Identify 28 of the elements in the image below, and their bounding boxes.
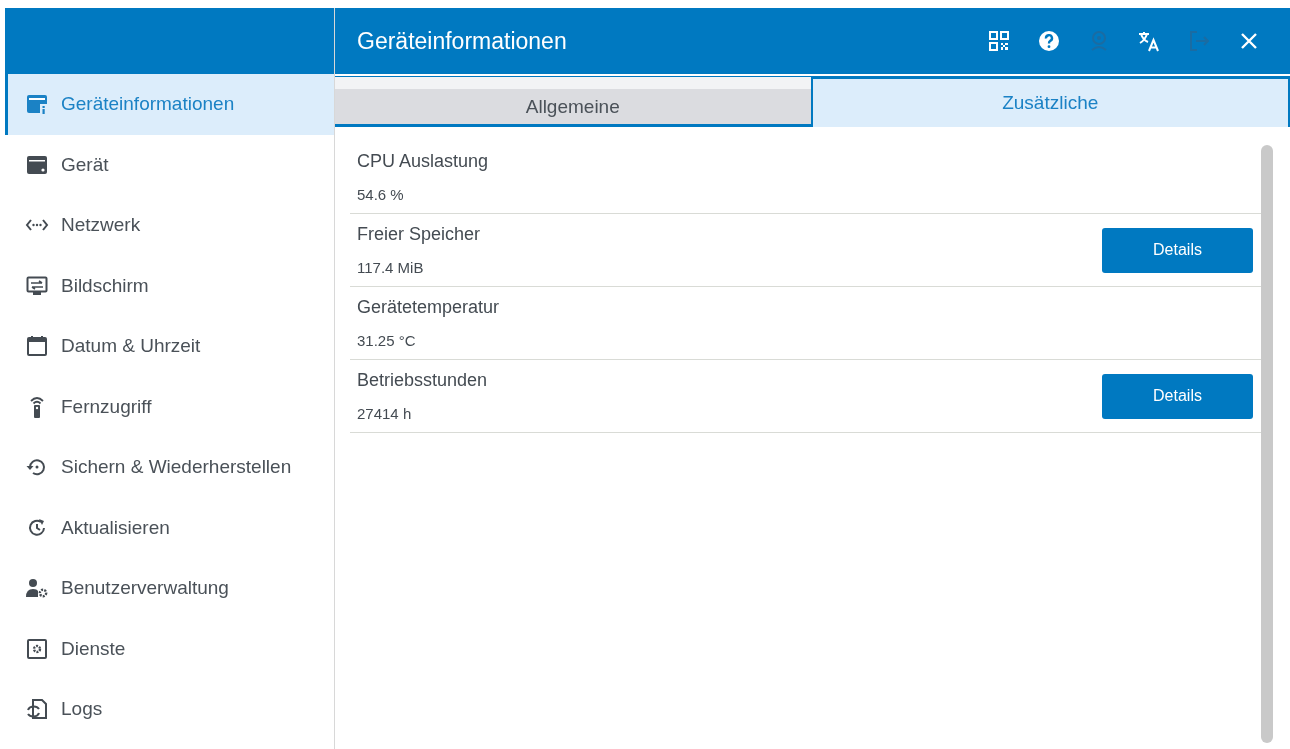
field-value: 27414 h [357, 405, 413, 422]
sidebar-item[interactable]: Geräteinformationen [5, 74, 334, 135]
details-button[interactable]: Details [1102, 227, 1253, 273]
sidebar-item[interactable]: Sichern & Wiederherstellen [5, 437, 334, 498]
tab[interactable]: Allgemeine [335, 89, 811, 127]
sidebar-item[interactable]: Bildschirm [5, 255, 334, 316]
field-label: CPU Auslastung [357, 151, 489, 172]
calendar-icon [25, 334, 49, 359]
window-title: Geräteinformationen [357, 27, 567, 55]
sidebar-item[interactable]: Aktualisieren [5, 497, 334, 558]
details-button[interactable]: Details [1102, 373, 1253, 419]
sidebar-item[interactable]: Logs [5, 679, 334, 740]
field-label: Betriebsstunden [357, 370, 488, 391]
logs-icon [25, 697, 49, 722]
sidebar-item[interactable]: Dienste [5, 618, 334, 679]
sidebar-item[interactable]: Gerät [5, 134, 334, 195]
sidebar-item[interactable]: Fernzugriff [5, 376, 334, 437]
field-label: Gerätetemperatur [357, 297, 500, 318]
scrollbar[interactable] [1261, 145, 1273, 743]
sidebar-item[interactable]: Benutzerverwaltung [5, 558, 334, 619]
field-value: 54.6 % [357, 186, 405, 203]
sidebar-item[interactable]: Netzwerk [5, 195, 334, 256]
field-value: 31.25 °C [357, 332, 417, 349]
field-label: Freier Speicher [357, 224, 481, 245]
field-value: 117.4 MiB [357, 259, 425, 276]
info-icon [25, 92, 49, 117]
sidebar-item[interactable]: Datum & Uhrzeit [5, 316, 334, 377]
services-icon [25, 636, 49, 661]
